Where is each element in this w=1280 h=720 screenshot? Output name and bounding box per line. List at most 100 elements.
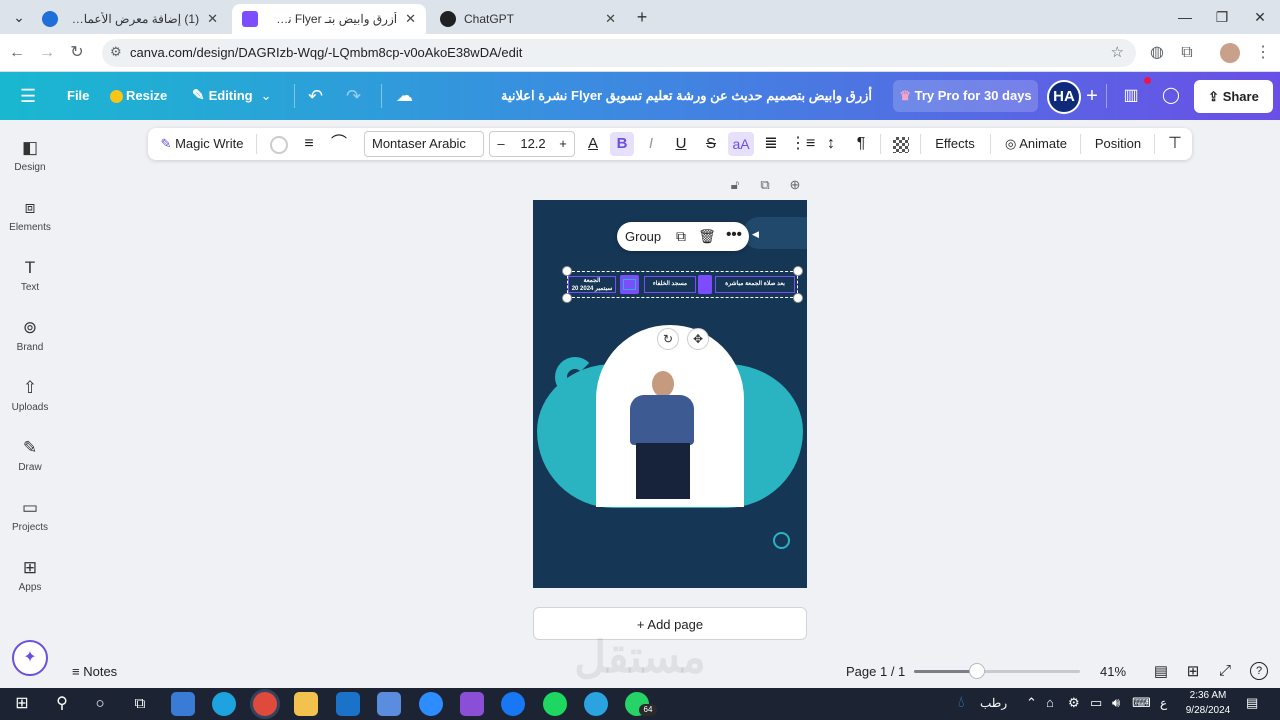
group-button[interactable]: Group: [625, 222, 661, 251]
extensions-puzzle-icon[interactable]: ⧉: [1176, 42, 1198, 64]
cloud-save-icon[interactable]: ☁: [396, 72, 413, 120]
outlook-icon[interactable]: [336, 692, 360, 716]
duplicate-icon[interactable]: ⧉: [671, 226, 691, 246]
magic-write-button[interactable]: ✎ Magic Write: [156, 128, 248, 160]
more-options-icon[interactable]: •••: [723, 226, 745, 246]
resize-handle-bottom-right[interactable]: [793, 293, 803, 303]
windows-start-icon[interactable]: ⊞: [10, 692, 34, 716]
resize-handle-bottom-left[interactable]: [562, 293, 572, 303]
add-collaborator-icon[interactable]: +: [1077, 82, 1107, 110]
input-language[interactable]: ع: [1160, 696, 1167, 710]
magic-sparkle-icon[interactable]: ✦: [12, 640, 48, 676]
editing-mode-button[interactable]: ✎ Editing ⌄: [192, 72, 272, 120]
corner-rounding-icon[interactable]: ⌒: [328, 128, 350, 160]
text-color-swatch[interactable]: [268, 128, 290, 160]
notification-center-icon[interactable]: ▤: [1246, 695, 1258, 711]
analytics-chart-icon[interactable]: ▥: [1116, 82, 1146, 110]
resize-handle-top-right[interactable]: [793, 266, 803, 276]
speaker-photo[interactable]: [596, 325, 744, 507]
tray-overflow-icon[interactable]: ⌃: [1026, 695, 1037, 711]
list-icon[interactable]: ⋮≡: [790, 128, 815, 160]
text-direction-icon[interactable]: ¶: [850, 128, 872, 160]
increase-size-button[interactable]: +: [552, 132, 574, 156]
add-page-icon[interactable]: ⊕: [787, 177, 803, 193]
file-menu[interactable]: File: [67, 72, 89, 120]
keyboard-icon[interactable]: ⌨: [1132, 695, 1151, 711]
settings-tray-icon[interactable]: ⚙: [1068, 695, 1080, 711]
tab-search-icon[interactable]: ⌄: [4, 6, 34, 28]
align-icon[interactable]: ≣: [760, 128, 782, 160]
position-button[interactable]: Position: [1090, 128, 1146, 160]
help-icon[interactable]: ?: [1250, 662, 1268, 680]
microsoft-store-icon[interactable]: [377, 692, 401, 716]
profile-avatar[interactable]: [1220, 43, 1240, 63]
undo-icon[interactable]: ↶: [308, 72, 323, 120]
chrome-browser-icon[interactable]: [253, 692, 277, 716]
browser-tab-mostaql[interactable]: (1) إضافة معرض الأعمال | مستقل ✕: [32, 4, 228, 34]
sidebar-item-text[interactable]: T Text: [0, 240, 60, 300]
new-tab-icon[interactable]: +: [627, 6, 657, 28]
effects-button[interactable]: Effects: [930, 128, 980, 160]
zoom-percentage[interactable]: 41%: [1100, 655, 1126, 688]
share-button[interactable]: ⇪ Share: [1194, 80, 1273, 113]
sidebar-item-elements[interactable]: ⧈ Elements: [0, 180, 60, 240]
close-window-icon[interactable]: ✕: [1245, 6, 1275, 28]
pages-view-icon[interactable]: ▤: [1152, 662, 1170, 680]
lock-page-icon[interactable]: 🔓︎: [727, 177, 743, 193]
spacing-icon[interactable]: ↕: [820, 128, 842, 160]
close-tab-icon[interactable]: ✕: [207, 11, 218, 27]
underline-button[interactable]: U: [670, 128, 692, 160]
bookmark-star-icon[interactable]: ☆: [1111, 43, 1124, 61]
edge-browser-icon[interactable]: [212, 692, 236, 716]
strikethrough-button[interactable]: S: [700, 128, 722, 160]
task-view-icon[interactable]: ⧉: [128, 692, 152, 716]
fullscreen-icon[interactable]: ⤢: [1216, 662, 1234, 680]
font-family-select[interactable]: Montaser Arabic: [364, 131, 484, 157]
user-avatar[interactable]: HA: [1047, 80, 1081, 114]
copy-style-paint-roller-icon[interactable]: ⊤: [1164, 128, 1186, 160]
battery-icon[interactable]: ▭: [1090, 695, 1102, 711]
file-explorer-icon[interactable]: [294, 692, 318, 716]
border-style-icon[interactable]: ≡: [298, 128, 320, 160]
spotify-icon[interactable]: [543, 692, 567, 716]
volume-icon[interactable]: 🔊︎: [1112, 695, 1120, 711]
redo-icon[interactable]: ↷: [346, 72, 361, 120]
page-indicator[interactable]: Page 1 / 1: [846, 655, 905, 688]
resize-button[interactable]: Resize: [110, 72, 167, 120]
try-pro-button[interactable]: ♛ Try Pro for 30 days: [893, 80, 1038, 112]
close-tab-icon[interactable]: ✕: [605, 11, 616, 27]
resize-handle-top-left[interactable]: [562, 266, 572, 276]
transparency-icon[interactable]: [890, 128, 912, 160]
font-size-input[interactable]: 12.2: [514, 132, 552, 156]
letter-case-button[interactable]: aA: [728, 132, 754, 156]
design-title[interactable]: أزرق وابيض بتصميم حديث عن ورشة تعليم تسو…: [500, 72, 872, 120]
search-icon[interactable]: ⚲: [50, 692, 74, 716]
zoom-slider-thumb[interactable]: [969, 663, 986, 679]
font-color-icon[interactable]: A: [582, 128, 604, 160]
clock-time[interactable]: 2:36 AM: [1180, 690, 1236, 701]
duplicate-page-icon[interactable]: ⧉: [757, 177, 773, 193]
back-icon[interactable]: ←: [6, 42, 28, 64]
store-app-icon[interactable]: [171, 692, 195, 716]
decrease-size-button[interactable]: –: [490, 132, 512, 156]
rotate-handle-icon[interactable]: ↻: [657, 328, 679, 350]
design-page[interactable]: ↻ ✥: [533, 200, 807, 588]
close-tab-icon[interactable]: ✕: [405, 11, 416, 27]
sidebar-item-draw[interactable]: ✎ Draw: [0, 420, 60, 480]
notes-button[interactable]: ≡ Notes: [72, 655, 117, 688]
move-handle-icon[interactable]: ✥: [687, 328, 709, 350]
sidebar-item-design[interactable]: ◧ Design: [0, 120, 60, 180]
visual-studio-icon[interactable]: [460, 692, 484, 716]
italic-button[interactable]: I: [640, 128, 662, 160]
clock-date[interactable]: 9/28/2024: [1180, 705, 1236, 716]
grid-view-icon[interactable]: ⊞: [1184, 662, 1202, 680]
sidebar-item-brand[interactable]: ⊚ Brand: [0, 300, 60, 360]
minimize-icon[interactable]: —: [1170, 6, 1200, 28]
sidebar-item-projects[interactable]: ▭ Projects: [0, 480, 60, 540]
weather-label[interactable]: رطب: [980, 696, 1007, 710]
maximize-icon[interactable]: ❐: [1207, 6, 1237, 28]
cortana-icon[interactable]: ○: [88, 692, 112, 716]
sidebar-item-apps[interactable]: ⊞ Apps: [0, 540, 60, 600]
telegram-icon[interactable]: [584, 692, 608, 716]
browser-menu-icon[interactable]: ⋮: [1252, 42, 1274, 64]
